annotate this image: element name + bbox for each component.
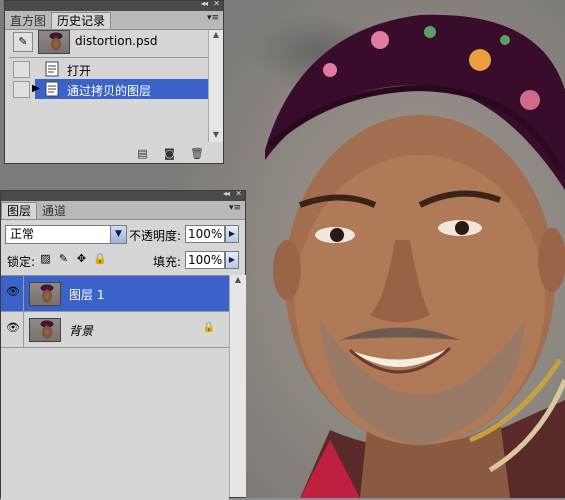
layer-thumbnail <box>29 318 61 342</box>
camera-icon[interactable]: ◙ <box>163 148 176 159</box>
history-brush-checkbox[interactable] <box>13 61 30 78</box>
history-brush-checkbox[interactable] <box>13 81 30 98</box>
history-state[interactable]: 打开 <box>9 59 211 79</box>
chevron-down-icon[interactable]: ▼ <box>110 226 126 243</box>
scroll-up-icon[interactable]: ▲ <box>209 30 223 42</box>
fill-input[interactable]: 100% <box>185 251 225 269</box>
panel-title-bar[interactable]: ◂◂ ✕ <box>5 0 223 11</box>
trash-icon[interactable]: 🗑 <box>190 148 204 159</box>
divider <box>9 57 209 58</box>
eye-icon[interactable]: 👁 <box>5 320 21 336</box>
history-state-label: 通过拷贝的图层 <box>67 84 152 98</box>
lock-icons: ▨ ✎ ✥ 🔒 <box>39 252 106 265</box>
history-snapshot[interactable]: ✎ distortion.psd <box>11 30 211 54</box>
lock-move-icon[interactable]: ✥ <box>75 252 88 265</box>
blend-mode-value: 正常 <box>10 227 35 241</box>
layer-row[interactable]: 👁 背景 🔒 <box>1 312 229 348</box>
snapshot-name: distortion.psd <box>75 34 158 48</box>
fill-slider-arrow-icon[interactable]: ▶ <box>225 251 239 269</box>
panel-menu-icon[interactable]: ▾≡ <box>229 203 241 213</box>
history-tabs: 直方图 历史记录 ▾≡ <box>5 11 223 30</box>
scroll-up-icon[interactable]: ▲ <box>230 275 246 287</box>
layers-tabs: 图层 通道 ▾≡ <box>1 201 245 220</box>
layers-panel: ◂◂ ✕ 图层 通道 ▾≡ 正常 ▼ 不透明度: 100% ▶ 锁定: ▨ ✎ … <box>0 189 247 500</box>
lock-transparent-icon[interactable]: ▨ <box>39 252 52 265</box>
lock-icon: 🔒 <box>202 322 215 333</box>
lock-brush-icon[interactable]: ✎ <box>57 252 70 265</box>
close-icon[interactable]: ✕ <box>235 189 242 198</box>
layer-thumbnail <box>29 282 61 306</box>
snapshot-thumbnail <box>38 30 70 54</box>
tab-histogram[interactable]: 直方图 <box>5 13 51 29</box>
collapse-icon[interactable]: ◂◂ <box>201 0 208 8</box>
divider <box>23 276 24 312</box>
divider <box>23 312 24 348</box>
layer-name[interactable]: 背景 <box>69 322 93 339</box>
opacity-label: 不透明度: <box>129 229 182 243</box>
lock-all-icon[interactable]: 🔒 <box>93 252 107 265</box>
opacity-slider-arrow-icon[interactable]: ▶ <box>225 225 239 243</box>
layer-list: 👁 图层 1 👁 背景 🔒 <box>1 275 229 500</box>
blend-opacity-row: 正常 ▼ 不透明度: 100% ▶ <box>1 223 247 247</box>
layer-name[interactable]: 图层 1 <box>69 286 104 303</box>
lock-label: 锁定: <box>7 255 36 269</box>
document-icon <box>45 61 59 77</box>
current-state-arrow-icon: ▶ <box>32 83 40 94</box>
history-footer: ▤ ◙ 🗑 <box>136 148 204 159</box>
tab-history[interactable]: 历史记录 <box>51 12 112 29</box>
collapse-icon[interactable]: ◂◂ <box>223 189 230 198</box>
history-state-label: 打开 <box>67 64 92 78</box>
opacity-input[interactable]: 100% <box>185 225 225 243</box>
blend-mode-select[interactable]: 正常 ▼ <box>5 225 127 244</box>
lock-fill-row: 锁定: ▨ ✎ ✥ 🔒 填充: 100% ▶ <box>1 249 247 271</box>
scroll-down-icon[interactable]: ▼ <box>209 130 223 142</box>
history-state-selected[interactable]: ▶ 通过拷贝的图层 <box>9 79 211 99</box>
panel-title-bar[interactable]: ◂◂ ✕ <box>1 189 245 201</box>
tab-channels[interactable]: 通道 <box>37 203 71 219</box>
fill-label: 填充: <box>153 255 182 269</box>
close-icon[interactable]: ✕ <box>213 0 220 8</box>
layers-scrollbar[interactable]: ▲ <box>229 275 246 497</box>
document-icon <box>45 81 59 97</box>
history-panel: ◂◂ ✕ 直方图 历史记录 ▾≡ ✎ distortion.psd 打开 ▶ 通… <box>4 0 224 164</box>
eye-icon[interactable]: 👁 <box>5 284 21 300</box>
history-brush-source-icon[interactable]: ✎ <box>13 32 33 52</box>
layer-row[interactable]: 👁 图层 1 <box>1 276 229 312</box>
tab-layers[interactable]: 图层 <box>1 202 38 219</box>
panel-menu-icon[interactable]: ▾≡ <box>207 13 219 23</box>
history-scrollbar[interactable]: ▲ ▼ <box>208 30 223 142</box>
new-document-icon[interactable]: ▤ <box>136 148 149 159</box>
